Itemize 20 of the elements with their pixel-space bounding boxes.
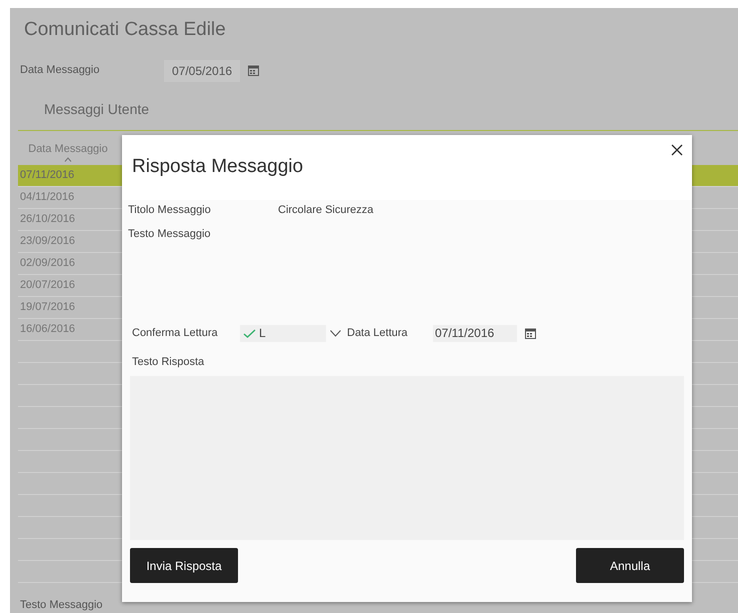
dialog-button[interactable]: Invia Risposta: [130, 548, 238, 583]
close-icon: [671, 144, 683, 156]
confirm-select[interactable]: L: [240, 324, 326, 342]
field-label: Titolo Messaggio: [128, 202, 212, 218]
read-date-field[interactable]: 07/11/2016: [433, 324, 517, 342]
dialog-title: Risposta Messaggio: [132, 155, 304, 179]
field-label: Testo Messaggio: [127, 227, 212, 242]
date-label: Data Messaggio: [20, 63, 100, 78]
page-title: Comunicati Cassa Edile: [23, 18, 227, 42]
field-label: Data Lettura: [347, 326, 409, 341]
field-label: Testo Risposta: [131, 355, 206, 370]
dialog-button[interactable]: Annulla: [576, 548, 684, 583]
dropdown-caret-icon[interactable]: [330, 330, 341, 336]
field-label: Conferma Lettura: [132, 326, 219, 341]
footer-label: Testo Messaggio: [19, 598, 104, 612]
date-field[interactable]: 07/05/2016: [164, 60, 240, 82]
calendar-icon[interactable]: [248, 65, 260, 76]
calendar-icon[interactable]: [525, 328, 536, 338]
section-title: Messaggi Utente: [43, 100, 150, 120]
message-title: Circolare Sicurezza: [278, 202, 374, 218]
